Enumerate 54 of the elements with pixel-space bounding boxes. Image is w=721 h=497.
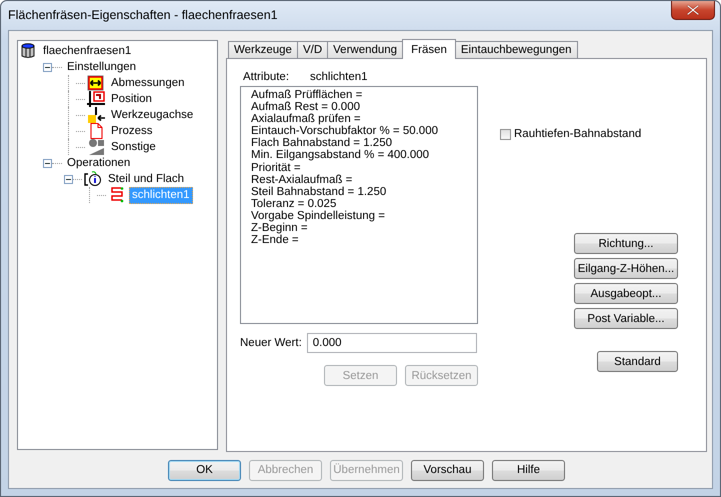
collapse-toggle[interactable] <box>64 174 73 184</box>
attribute-list[interactable] <box>240 86 478 324</box>
option-button[interactable]: Ausgabeopt... <box>574 283 678 304</box>
tab[interactable]: Eintauchbewegungen <box>454 41 578 58</box>
cylinder-icon <box>19 43 37 59</box>
list-item[interactable]: Priorität = <box>251 162 467 174</box>
list-item[interactable]: Flach Bahnabstand = 1.250 <box>251 137 467 150</box>
info-icon <box>84 171 102 187</box>
tree-item[interactable]: Sonstige <box>108 138 159 156</box>
position-icon <box>87 91 105 107</box>
attribute-label: Attribute: <box>243 71 290 85</box>
list-item[interactable]: Toleranz = 0.025 <box>251 198 467 210</box>
tree-item[interactable]: flaechenfraesen1 <box>40 42 134 60</box>
tree-item[interactable]: Steil und Flach <box>105 170 188 188</box>
dimension-icon <box>87 75 105 91</box>
window-title: Flächenfräsen-Eigenschaften - flaechenfraesen1 <box>8 8 278 22</box>
tree-item[interactable]: Operationen <box>64 154 134 172</box>
list-item[interactable]: Aufmaß Rest = 0.000 <box>251 101 467 114</box>
shapes-icon <box>87 139 105 155</box>
option-button[interactable]: Richtung... <box>574 233 678 254</box>
tab[interactable]: Verwendung <box>327 41 404 58</box>
option-button[interactable]: Post Variable... <box>574 308 678 329</box>
list-item[interactable]: Axialaufmaß prüfen = <box>251 113 467 126</box>
dialog-button[interactable]: Vorschau <box>411 460 484 480</box>
tree-item[interactable]: Position <box>108 90 155 108</box>
checkbox-label: Rauhtiefen-Bahnabstand <box>514 128 642 140</box>
list-item[interactable]: Z-Ende = <box>251 234 467 246</box>
tab[interactable]: Werkzeuge <box>228 41 298 58</box>
tree-item[interactable]: Einstellungen <box>64 58 140 76</box>
list-item[interactable]: Rest-Axialaufmaß = <box>251 174 467 186</box>
collapse-toggle[interactable] <box>43 62 52 72</box>
tree-item[interactable]: Prozess <box>108 122 156 140</box>
attribute-value: schlichten1 <box>310 71 368 85</box>
value-field[interactable]: 0.000 <box>306 333 477 353</box>
close-icon <box>687 5 699 15</box>
field-label: Neuer Wert: <box>240 337 302 349</box>
list-item[interactable]: Z-Beginn = <box>251 222 467 234</box>
dialog-button[interactable]: Hilfe <box>492 460 565 480</box>
list-item[interactable]: Steil Bahnabstand = 1.250 <box>251 186 467 198</box>
tab[interactable]: Fräsen <box>402 39 456 59</box>
close-button[interactable] <box>671 1 715 20</box>
list-item[interactable]: Aufmaß Prüfflächen = <box>251 89 467 102</box>
tree-item[interactable]: Werkzeugachse <box>108 106 196 124</box>
list-item[interactable]: Min. Eilgangsabstand % = 400.000 <box>251 149 467 162</box>
tab[interactable]: V/D <box>296 41 328 58</box>
list-item[interactable]: Vorgabe Spindelleistung = <box>251 210 467 222</box>
checkbox[interactable] <box>500 128 511 140</box>
collapse-toggle[interactable] <box>43 158 52 168</box>
tree-item[interactable]: Abmessungen <box>108 74 188 92</box>
list-item[interactable]: Eintauch-Vorschubfaktor % = 50.000 <box>251 125 467 138</box>
standard-button[interactable]: Standard <box>597 351 678 372</box>
axis-icon <box>87 107 105 123</box>
dialog-button[interactable]: OK <box>168 460 241 480</box>
option-button[interactable]: Eilgang-Z-Höhen... <box>574 258 678 279</box>
